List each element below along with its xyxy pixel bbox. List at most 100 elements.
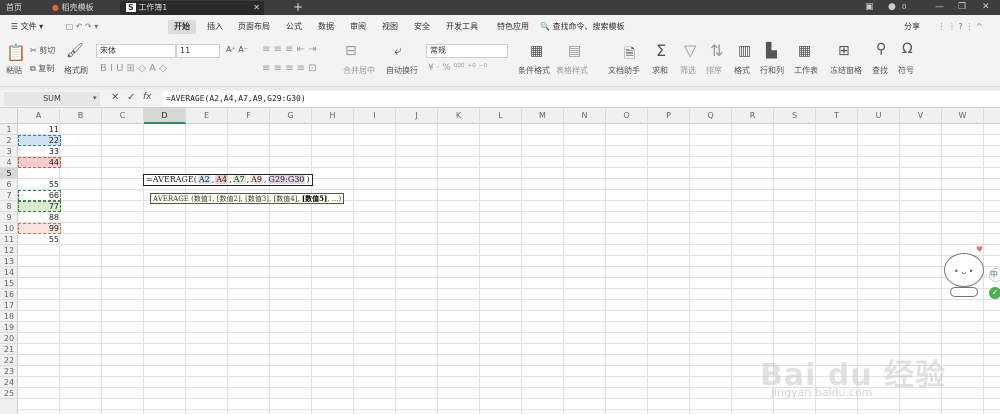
column-header-n[interactable]: N [564, 108, 606, 124]
font-grow-icons[interactable]: A⁺ A⁻ [226, 45, 248, 54]
column-header-q[interactable]: Q [690, 108, 732, 124]
row-header-1[interactable]: 1 [0, 124, 18, 135]
tab-page-layout[interactable]: 页面布局 [234, 20, 274, 34]
tab-features[interactable]: 特色应用 [492, 20, 534, 34]
row-header-9[interactable]: 9 [0, 212, 18, 223]
tab-formulas[interactable]: 公式 [282, 20, 306, 34]
row-header-13[interactable]: 13 [0, 256, 18, 267]
row-header-18[interactable]: 18 [0, 311, 18, 322]
column-header-j[interactable]: J [396, 108, 438, 124]
column-header-c[interactable]: C [102, 108, 144, 124]
cell-a1[interactable]: 11 [18, 124, 59, 135]
minimize-icon[interactable]: — [935, 0, 944, 15]
quick-access-icons[interactable]: ▢ ↶ ↷ ▾ [54, 20, 110, 34]
sum-icon[interactable]: Σ [656, 41, 666, 60]
command-search[interactable]: 🔍 查找命令、搜索模板 [540, 20, 632, 34]
side-widget-check-icon[interactable]: ✓ [989, 287, 1000, 299]
close-icon[interactable]: ✕ [253, 1, 260, 14]
table-style-button[interactable]: 表格样式 [556, 65, 588, 76]
cell-a6[interactable]: 66 [18, 190, 59, 201]
freeze-button[interactable]: 冻结窗格 [830, 65, 862, 76]
column-header-p[interactable]: P [648, 108, 690, 124]
wrap-button[interactable]: 自动换行 [386, 65, 418, 76]
row-header-3[interactable]: 3 [0, 146, 18, 157]
column-header-e[interactable]: E [186, 108, 228, 124]
font-style-icons[interactable]: B I U ⊞ ◇ A ◇ [100, 63, 167, 74]
file-menu[interactable]: ☰ 文件 ▾ [4, 20, 50, 34]
tab-home[interactable]: 首页 [0, 1, 45, 15]
align-bottom-icons[interactable]: ≡ ≡ ≡ ≡ ⊡ [262, 63, 317, 74]
wrap-icon[interactable]: ⤶ [394, 43, 402, 59]
select-all-corner[interactable] [0, 108, 18, 124]
row-header-6[interactable]: 6 [0, 179, 18, 190]
tab-workbook[interactable]: S 工作簿1 ✕ [120, 1, 264, 15]
worksheet-icon[interactable]: ▦ [798, 43, 811, 59]
column-header-t[interactable]: T [816, 108, 858, 124]
side-widget-icon[interactable]: 中 [989, 268, 1000, 282]
tab-insert[interactable]: 插入 [202, 20, 228, 34]
name-box[interactable]: SUM [4, 92, 100, 106]
cell-a2[interactable]: 22 [18, 135, 59, 146]
window-close-icon[interactable]: ✕ [982, 0, 990, 15]
cell-a3[interactable]: 33 [18, 146, 59, 157]
format-button[interactable]: 格式 [734, 65, 750, 76]
row-header-14[interactable]: 14 [0, 267, 18, 278]
number-format-select[interactable]: 常规 [426, 44, 508, 58]
new-tab-button[interactable]: + [287, 1, 303, 15]
column-header-u[interactable]: U [858, 108, 900, 124]
copy-button[interactable]: ⧉ 复制 [30, 63, 54, 74]
row-header-19[interactable]: 19 [0, 322, 18, 333]
menu-right-icons[interactable]: ⋮ ⋮ ? ⋮ ^ [930, 20, 990, 34]
sort-button[interactable]: 排序 [706, 65, 722, 76]
row-header-24[interactable]: 24 [0, 377, 18, 388]
row-col-button[interactable]: 行和列 [760, 65, 784, 76]
fx-icon[interactable]: fx [143, 92, 152, 102]
column-header-l[interactable]: L [480, 108, 522, 124]
table-style-icon[interactable]: ▤ [568, 43, 581, 59]
share-button[interactable]: 分享 [900, 20, 924, 34]
column-header-f[interactable]: F [228, 108, 270, 124]
format-painter-icon[interactable]: 🖌 [66, 43, 84, 59]
cell-a7[interactable]: 77 [18, 201, 59, 212]
row-header-7[interactable]: 7 [0, 190, 18, 201]
find-icon[interactable]: ⚲ [876, 41, 886, 57]
align-top-icons[interactable]: ≡ ≡ ≡ ⇤ ⇥ [262, 44, 317, 55]
maximize-icon[interactable]: ❐ [958, 0, 966, 15]
avatar[interactable]: ● [888, 0, 896, 15]
column-header-h[interactable]: H [312, 108, 354, 124]
row-header-21[interactable]: 21 [0, 344, 18, 355]
window-grid-icon[interactable]: ▣ [865, 0, 874, 15]
row-header-15[interactable]: 15 [0, 278, 18, 289]
column-header-g[interactable]: G [270, 108, 312, 124]
column-header-b[interactable]: B [60, 108, 102, 124]
row-header-16[interactable]: 16 [0, 289, 18, 300]
confirm-icon[interactable]: ✓ [127, 92, 135, 103]
conditional-format-icon[interactable]: ▦ [530, 43, 543, 59]
row-header-4[interactable]: 4 [0, 157, 18, 168]
sum-button[interactable]: 求和 [652, 65, 668, 76]
format-icon[interactable]: ▥ [738, 43, 751, 59]
row-header-17[interactable]: 17 [0, 300, 18, 311]
number-format-icons[interactable]: ¥ · % ⁰⁰⁰ ⁺⁰ ⁻⁰ [428, 63, 487, 73]
row-header-25[interactable]: 25 [0, 388, 18, 399]
cell-a5[interactable]: 55 [18, 179, 59, 190]
tab-view[interactable]: 视图 [378, 20, 402, 34]
tab-templates[interactable]: ● 稻壳模板 [46, 1, 118, 15]
paste-icon[interactable]: 📋 [6, 43, 26, 62]
filter-button[interactable]: 筛选 [680, 65, 696, 76]
row-header-22[interactable]: 22 [0, 355, 18, 366]
column-header-d[interactable]: D [144, 108, 186, 124]
cell-a10[interactable]: 55 [18, 234, 59, 245]
column-header-m[interactable]: M [522, 108, 564, 124]
find-button[interactable]: 查找 [872, 65, 888, 76]
mascot-sticker[interactable]: • ᴗ • ♥ [940, 245, 992, 303]
format-painter-button[interactable]: 格式刷 [64, 65, 88, 76]
row-header-5[interactable]: 5 [0, 168, 18, 179]
worksheet-button[interactable]: 工作表 [794, 65, 818, 76]
column-header-a[interactable]: A [18, 108, 60, 124]
cut-button[interactable]: ✂ 剪切 [30, 45, 55, 56]
conditional-format-button[interactable]: 条件格式 [518, 65, 550, 76]
chevron-down-icon[interactable]: ▾ [93, 94, 97, 102]
symbol-button[interactable]: 符号 [898, 65, 914, 76]
doc-helper-button[interactable]: 文档助手 [608, 65, 640, 76]
